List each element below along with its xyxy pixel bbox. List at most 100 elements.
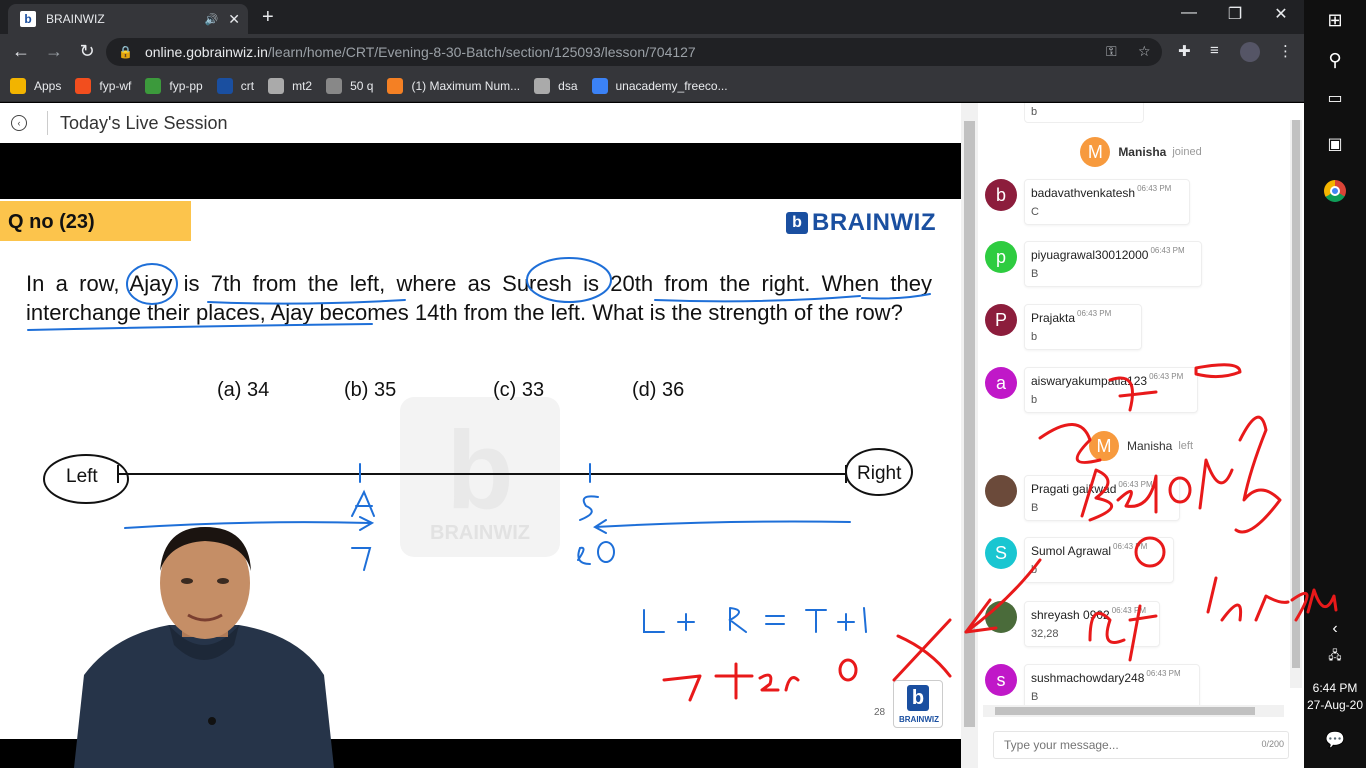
- chat-horizontal-scrollbar[interactable]: [983, 705, 1284, 717]
- message-bubble: sushmachowdary248 06:43 PM B: [1024, 664, 1200, 710]
- restore-icon[interactable]: ❐: [1220, 4, 1250, 24]
- clock-time: 6:44 PM: [1312, 681, 1358, 695]
- audio-icon[interactable]: 🔊: [205, 13, 219, 26]
- tab-title: BRAINWIZ: [46, 12, 105, 26]
- avatar: b: [985, 179, 1017, 211]
- tab-close-icon[interactable]: ✕: [228, 11, 240, 28]
- terminal-icon[interactable]: ▣: [1304, 134, 1366, 154]
- bookmark-label: unacademy_freeco...: [615, 78, 728, 93]
- windows-start-icon[interactable]: ⊞: [1304, 10, 1366, 31]
- bookmark-icon: [10, 77, 26, 94]
- bookmark-item[interactable]: crt: [216, 77, 255, 94]
- new-tab-button[interactable]: +: [262, 6, 274, 29]
- forward-icon[interactable]: →: [43, 41, 65, 62]
- task-view-icon[interactable]: ▭: [1304, 88, 1366, 108]
- sender-name: Pragati gaikwad: [1031, 482, 1117, 496]
- lock-icon: 🔒: [118, 45, 133, 59]
- message-time: 06:43 PM: [1113, 542, 1148, 551]
- message-time: 06:43 PM: [1137, 184, 1172, 193]
- bookmark-icon: [326, 77, 343, 94]
- scrollbar-thumb[interactable]: [1292, 120, 1300, 668]
- back-icon[interactable]: ←: [10, 41, 32, 62]
- key-icon[interactable]: ⚿: [1106, 43, 1117, 60]
- chat-partial-message: b: [1024, 103, 1144, 123]
- message-time: 06:43 PM: [1111, 606, 1146, 615]
- page-header: ‹ Today's Live Session: [0, 103, 961, 143]
- chat-input-box[interactable]: 0/200: [993, 731, 1289, 759]
- bookmark-icon: [591, 77, 608, 94]
- window-close-icon[interactable]: ✕: [1266, 4, 1296, 24]
- address-bar[interactable]: 🔒 online.gobrainwiz.in /learn/home/CRT/E…: [106, 38, 1162, 66]
- bookmark-label: 50 q: [350, 78, 374, 93]
- search-icon[interactable]: ⚲: [1304, 50, 1366, 71]
- message-text: C: [1031, 206, 1039, 218]
- chat-message: Pragati gaikwad 06:43 PM B: [978, 475, 1304, 535]
- bookmark-icon: [387, 77, 404, 94]
- media-icon[interactable]: ≡: [1210, 42, 1219, 59]
- bookmark-item[interactable]: mt2: [268, 77, 313, 94]
- partial-text: b: [1031, 106, 1038, 118]
- brainwiz-favicon-icon: b: [20, 11, 36, 27]
- bookmark-item[interactable]: 50 q: [326, 77, 374, 94]
- bookmark-label: dsa: [558, 78, 578, 93]
- chat-message: a aiswaryakumpatla123 06:43 PM b: [978, 367, 1304, 427]
- avatar: M: [1080, 137, 1111, 167]
- system-clock[interactable]: 6:44 PM 27-Aug-20: [1304, 680, 1366, 714]
- message-bubble: Pragati gaikwad 06:43 PM B: [1024, 475, 1180, 521]
- browser-tab[interactable]: b BRAINWIZ 🔊 ✕: [8, 4, 248, 34]
- sender-name: shreyash 0902: [1031, 608, 1110, 622]
- message-time: 06:43 PM: [1146, 669, 1181, 678]
- message-bubble: Sumol Agrawal 06:43 PM b: [1024, 537, 1174, 583]
- reload-icon[interactable]: ↻: [76, 41, 98, 62]
- clock-date: 27-Aug-20: [1306, 698, 1364, 712]
- sender-name: sushmachowdary248: [1031, 671, 1145, 685]
- message-text: B: [1031, 502, 1039, 514]
- bookmark-icon: [75, 77, 92, 94]
- chevron-left-icon[interactable]: ‹: [1304, 620, 1366, 638]
- scrollbar-thumb[interactable]: [995, 707, 1255, 715]
- avatar: s: [985, 664, 1017, 696]
- menu-icon[interactable]: ⋮: [1278, 42, 1293, 60]
- message-text: B: [1031, 268, 1039, 280]
- bookmark-icon: [216, 77, 233, 94]
- bookmark-label: fyp-pp: [169, 78, 203, 93]
- back-circle-icon[interactable]: ‹: [11, 115, 27, 131]
- notification-icon[interactable]: 💬: [1304, 730, 1366, 750]
- bookmark-item[interactable]: fyp-pp: [145, 77, 203, 94]
- bookmark-item[interactable]: dsa: [534, 77, 578, 94]
- message-text: b: [1031, 564, 1038, 576]
- system-join-message: M Manisha joined: [978, 137, 1304, 167]
- star-icon[interactable]: ☆: [1138, 43, 1151, 60]
- brainwiz-logo-icon: b: [907, 685, 929, 711]
- join-action: joined: [1172, 146, 1202, 158]
- left-action: left: [1178, 440, 1194, 452]
- bookmark-label: mt2: [292, 78, 313, 93]
- page-title: Today's Live Session: [60, 112, 228, 133]
- extensions-icon[interactable]: ✚: [1178, 42, 1191, 60]
- bookmark-icon: [268, 77, 285, 94]
- bookmark-item[interactable]: fyp-wf: [75, 77, 131, 94]
- scrollbar-thumb[interactable]: [964, 121, 975, 727]
- message-time: 06:43 PM: [1150, 246, 1185, 255]
- chat-message: b badavathvenkatesh 06:43 PM C: [978, 179, 1304, 239]
- message-bubble: aiswaryakumpatla123 06:43 PM b: [1024, 367, 1198, 413]
- message-input[interactable]: [1004, 733, 1244, 757]
- bookmark-item[interactable]: Apps: [10, 77, 61, 94]
- divider: [47, 111, 48, 135]
- bookmark-item[interactable]: (1) Maximum Num...: [387, 77, 520, 94]
- frame-scrollbar[interactable]: [961, 103, 978, 768]
- bookmark-label: crt: [240, 78, 255, 93]
- profile-avatar[interactable]: [1240, 42, 1260, 62]
- minimize-icon[interactable]: —: [1174, 4, 1204, 22]
- logo-small-text: BRAINWIZ: [899, 715, 939, 724]
- message-bubble: shreyash 0902 06:43 PM 32,28: [1024, 601, 1160, 647]
- message-text: 32,28: [1031, 628, 1059, 640]
- bookmark-item[interactable]: unacademy_freeco...: [591, 77, 728, 94]
- chrome-icon[interactable]: [1304, 180, 1366, 207]
- video-player[interactable]: Q no (23) b BRAINWIZ b BRAINWIZ In a row…: [0, 143, 961, 768]
- chat-panel: b M Manisha joined b badavathvenkatesh 06:…: [978, 103, 1304, 768]
- left-name: Manisha: [1126, 439, 1173, 453]
- network-icon[interactable]: 🖧: [1304, 646, 1366, 667]
- chat-message: S Sumol Agrawal 06:43 PM b: [978, 537, 1304, 597]
- chat-scrollbar[interactable]: [1290, 120, 1302, 688]
